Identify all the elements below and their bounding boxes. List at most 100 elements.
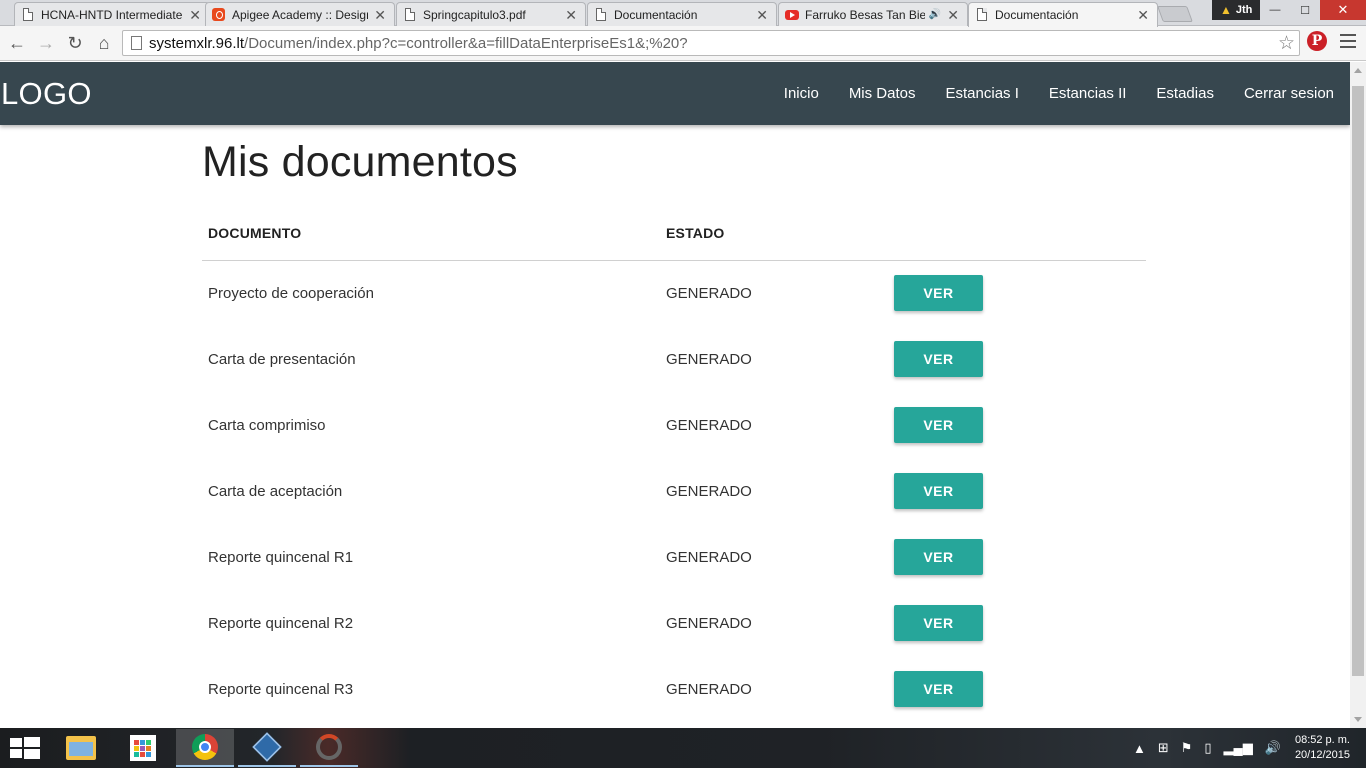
document-icon: [21, 7, 35, 22]
clock-time: 08:52 p. m.: [1294, 734, 1350, 746]
close-icon[interactable]: ✕: [565, 8, 577, 22]
tab-title: HCNA-HNTD Intermediate: [41, 7, 183, 22]
browser-tab[interactable]: Apigee Academy :: Design ✕: [205, 2, 395, 26]
forward-icon[interactable]: →: [34, 31, 58, 55]
document-name: Reporte quincenal R3: [208, 680, 354, 698]
reload-icon[interactable]: ↻: [63, 31, 87, 55]
browser-toolbar: ← → ↻ ⌂ systemxlr.96.lt/Documen/index.ph…: [0, 26, 1366, 61]
nav-link-estancias-2[interactable]: Estancias II: [1034, 62, 1142, 125]
site-navbar: LOGO Inicio Mis Datos Estancias I Estanc…: [0, 62, 1350, 125]
page-viewport: LOGO Inicio Mis Datos Estancias I Estanc…: [0, 62, 1350, 728]
close-icon[interactable]: ✕: [947, 8, 959, 22]
browser-tab[interactable]: Farruko Besas Tan Bien 🔊 ✕: [778, 2, 968, 26]
document-name: Carta de presentación: [208, 350, 356, 368]
window-controls: — ☐ ✕: [1260, 0, 1366, 20]
system-clock[interactable]: 08:52 p. m. 20/12/2015: [1287, 733, 1366, 763]
ver-button[interactable]: VER: [894, 407, 983, 443]
column-header-documento: DOCUMENTO: [202, 206, 660, 261]
column-header-action: [888, 206, 1146, 261]
warning-icon: ▲: [1220, 3, 1232, 17]
action-center-flag-icon[interactable]: ⚑: [1181, 740, 1193, 756]
url-path: /Documen/index.php?c=controller&a=fillDa…: [244, 34, 688, 52]
ver-button[interactable]: VER: [894, 539, 983, 575]
bookmark-star-icon[interactable]: ☆: [1278, 32, 1295, 55]
table-row: Carta de presentación GENERADO VER: [202, 326, 1146, 392]
column-header-estado: ESTADO: [660, 206, 888, 261]
nav-link-estadias[interactable]: Estadias: [1141, 62, 1229, 125]
home-icon[interactable]: ⌂: [92, 31, 116, 55]
windows-flag-icon[interactable]: ⊞: [1158, 740, 1169, 756]
browser-tab[interactable]: Documentación ✕: [587, 2, 777, 26]
page-title: Mis documentos: [202, 138, 518, 186]
ver-button[interactable]: VER: [894, 671, 983, 707]
ver-button[interactable]: VER: [894, 341, 983, 377]
close-icon[interactable]: ✕: [374, 8, 386, 22]
back-icon[interactable]: ←: [5, 31, 29, 55]
nav-link-cerrar-sesion[interactable]: Cerrar sesion: [1229, 62, 1349, 125]
main-content: Mis documentos DOCUMENTO ESTADO Proyecto…: [202, 125, 1146, 722]
table-row: Reporte quincenal R3 GENERADO VER: [202, 656, 1146, 722]
document-name: Carta comprimiso: [208, 416, 326, 434]
close-icon[interactable]: ✕: [1137, 8, 1149, 22]
browser-tab[interactable]: HCNA-HNTD Intermediate ✕: [14, 2, 210, 26]
close-window-icon[interactable]: ✕: [1320, 0, 1366, 20]
tab-title: Apigee Academy :: Design: [232, 7, 369, 22]
scroll-up-icon[interactable]: [1354, 68, 1362, 73]
new-tab-button[interactable]: [1157, 6, 1193, 22]
pinterest-icon[interactable]: P: [1307, 31, 1327, 51]
system-tray: ▲ ⊞ ⚑ ▯ ▂▄▆ 🔊 08:52 p. m. 20/12/2015: [1127, 728, 1366, 768]
document-status: GENERADO: [666, 284, 752, 302]
minimize-icon[interactable]: —: [1260, 0, 1290, 20]
virtualbox-icon[interactable]: [238, 729, 296, 767]
battery-icon[interactable]: ▯: [1204, 740, 1211, 756]
ver-button[interactable]: VER: [894, 605, 983, 641]
scroll-down-icon[interactable]: [1354, 717, 1362, 722]
youtube-icon: [785, 8, 799, 22]
profile-button[interactable]: ▲ Jth: [1212, 0, 1261, 20]
close-icon[interactable]: ✕: [189, 8, 201, 22]
table-row: Proyecto de cooperación GENERADO VER: [202, 260, 1146, 326]
nav-link-inicio[interactable]: Inicio: [769, 62, 834, 125]
ver-button[interactable]: VER: [894, 275, 983, 312]
windows-start-icon[interactable]: [10, 737, 40, 759]
url-host: systemxlr.96.lt: [149, 34, 245, 52]
document-icon: [594, 7, 608, 22]
tab-title: Springcapitulo3.pdf: [423, 7, 526, 22]
menu-icon[interactable]: [1340, 34, 1356, 48]
ver-button[interactable]: VER: [894, 473, 983, 509]
documents-table: DOCUMENTO ESTADO Proyecto de cooperación…: [202, 206, 1146, 722]
scrollbar-thumb[interactable]: [1352, 86, 1364, 676]
windows-taskbar: ▲ ⊞ ⚑ ▯ ▂▄▆ 🔊 08:52 p. m. 20/12/2015: [0, 728, 1366, 768]
document-status: GENERADO: [666, 548, 752, 566]
table-row: Reporte quincenal R1 GENERADO VER: [202, 524, 1146, 590]
show-hidden-icons-icon[interactable]: ▲: [1133, 741, 1146, 756]
document-status: GENERADO: [666, 416, 752, 434]
table-row: Carta de aceptación GENERADO VER: [202, 458, 1146, 524]
document-status: GENERADO: [666, 350, 752, 368]
browser-tab[interactable]: Springcapitulo3.pdf ✕: [396, 2, 586, 26]
app-ring-icon[interactable]: [300, 729, 358, 767]
volume-icon[interactable]: 🔊: [1265, 740, 1281, 756]
address-bar[interactable]: systemxlr.96.lt/Documen/index.php?c=cont…: [122, 30, 1300, 56]
document-name: Reporte quincenal R1: [208, 548, 354, 566]
document-status: GENERADO: [666, 482, 752, 500]
tab-title: Documentación: [995, 8, 1079, 22]
table-row: Reporte quincenal R2 GENERADO VER: [202, 590, 1146, 656]
site-nav-links: Inicio Mis Datos Estancias I Estancias I…: [769, 62, 1349, 125]
site-logo[interactable]: LOGO: [1, 76, 92, 112]
tab-title: Documentación: [614, 7, 698, 22]
nav-link-estancias-1[interactable]: Estancias I: [931, 62, 1034, 125]
store-icon[interactable]: [114, 729, 172, 767]
page-scrollbar[interactable]: [1350, 62, 1366, 728]
nav-link-mis-datos[interactable]: Mis Datos: [834, 62, 931, 125]
chrome-icon[interactable]: [176, 729, 234, 767]
table-header-row: DOCUMENTO ESTADO: [202, 206, 1146, 261]
maximize-icon[interactable]: ☐: [1290, 0, 1320, 20]
table-row: Carta comprimiso GENERADO VER: [202, 392, 1146, 458]
browser-tab-active[interactable]: Documentación ✕: [968, 2, 1158, 27]
file-explorer-icon[interactable]: [52, 729, 110, 767]
browser-tab-strip: HCNA-HNTD Intermediate ✕ Apigee Academy …: [0, 0, 1366, 27]
close-icon[interactable]: ✕: [756, 8, 768, 22]
signal-icon[interactable]: ▂▄▆: [1224, 740, 1253, 756]
speaker-icon[interactable]: 🔊: [929, 9, 941, 20]
